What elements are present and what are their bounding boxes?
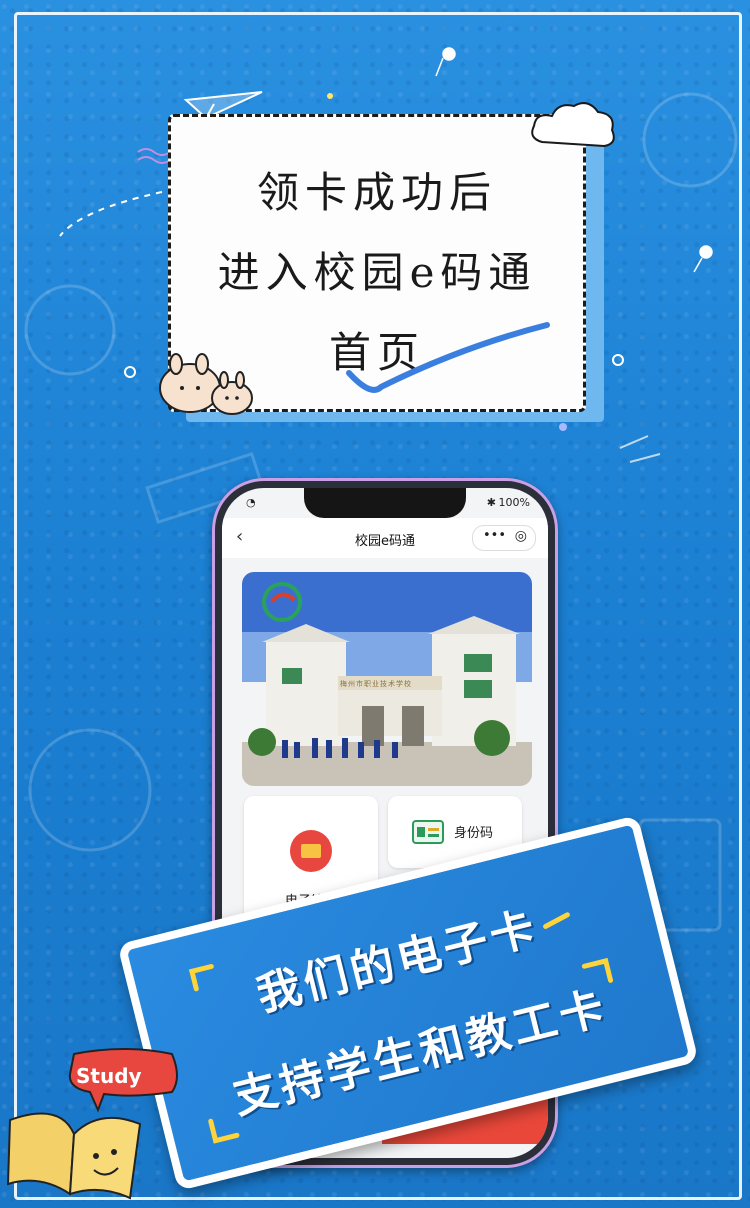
star-dot [327, 93, 333, 99]
note-line-2: 进入校园e码通 [217, 248, 537, 297]
dot [124, 366, 136, 378]
dot [612, 354, 624, 366]
book-icon [6, 1112, 142, 1200]
close-button[interactable]: ◎ [515, 528, 527, 544]
circle-doodle [642, 92, 738, 188]
school-sign-text: 梅州市职业技术学校 [340, 680, 412, 688]
more-button[interactable]: ••• [483, 528, 506, 543]
wallet-icon [290, 830, 332, 872]
id-code-label: 身份码 [454, 826, 494, 841]
wifi-icon: ◔ [246, 496, 256, 509]
note-line-1: 领卡成功后 [256, 168, 497, 217]
status-bar: ◔ ✱ 100% [222, 496, 548, 512]
dashed-swirl-doodle [59, 191, 163, 237]
battery-percent: 100% [498, 496, 530, 509]
id-card-icon [412, 820, 444, 844]
capsule-menu: ••• ◎ [472, 525, 536, 551]
globe-doodle [28, 728, 152, 852]
cloud-icon [531, 102, 615, 148]
study-label: Study [76, 1064, 142, 1088]
school-banner-image: 梅州市职业技术学校 [242, 572, 532, 786]
bunny-mascot-icon [159, 353, 253, 415]
bluetooth-icon: ✱ [486, 496, 496, 509]
mini-app-navbar: ‹ 校园e码通 ••• ◎ [222, 518, 548, 558]
dot [559, 423, 567, 431]
checkmark-doodle [346, 322, 550, 393]
clock-doodle [24, 284, 116, 376]
arrow-doodle [619, 435, 661, 463]
